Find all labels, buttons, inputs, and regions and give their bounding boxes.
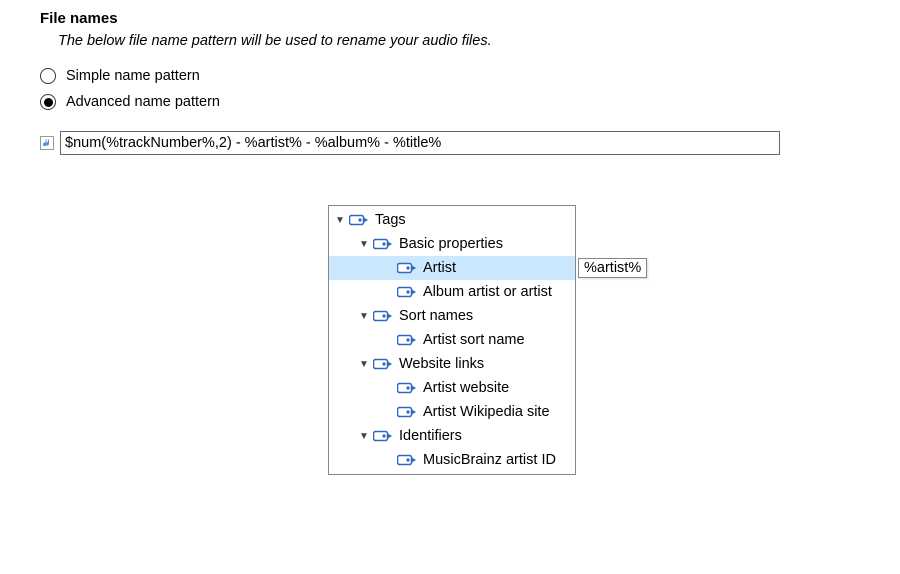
radio-icon-selected bbox=[40, 94, 56, 110]
tree-node-website-links[interactable]: ▼ Website links bbox=[329, 352, 575, 376]
tree-node-tags[interactable]: ▼ Tags bbox=[329, 208, 575, 232]
tree-label: Artist bbox=[423, 260, 456, 276]
chevron-down-icon: ▼ bbox=[357, 431, 371, 442]
tree-leaf-artist[interactable]: Artist bbox=[329, 256, 575, 280]
tree-label: Identifiers bbox=[399, 428, 462, 444]
chevron-down-icon: ▼ bbox=[357, 239, 371, 250]
section-heading: File names bbox=[40, 10, 860, 27]
chevron-down-icon: ▼ bbox=[357, 311, 371, 322]
tree-label: Artist Wikipedia site bbox=[423, 404, 550, 420]
chevron-down-icon: ▼ bbox=[357, 359, 371, 370]
tree-label: Album artist or artist bbox=[423, 284, 552, 300]
tag-icon bbox=[373, 238, 393, 250]
tag-icon bbox=[397, 286, 417, 298]
tag-icon bbox=[397, 406, 417, 418]
chevron-down-icon: ▼ bbox=[333, 215, 347, 226]
tree-label: Artist sort name bbox=[423, 332, 525, 348]
tags-popup: ▼ Tags ▼ Basic properties Artist Album a… bbox=[328, 205, 576, 475]
radio-advanced-pattern[interactable]: Advanced name pattern bbox=[40, 91, 860, 113]
tree-leaf-artist-website[interactable]: Artist website bbox=[329, 376, 575, 400]
radio-icon bbox=[40, 68, 56, 84]
tree-label: MusicBrainz artist ID bbox=[423, 452, 556, 468]
tag-icon bbox=[397, 262, 417, 274]
tree-label: Tags bbox=[375, 212, 406, 228]
radio-label: Advanced name pattern bbox=[66, 91, 220, 113]
audio-file-icon bbox=[40, 136, 54, 150]
tree-label: Basic properties bbox=[399, 236, 503, 252]
tree-leaf-album-artist-or-artist[interactable]: Album artist or artist bbox=[329, 280, 575, 304]
tag-icon bbox=[397, 454, 417, 466]
tree-label: Website links bbox=[399, 356, 484, 372]
tag-icon bbox=[397, 334, 417, 346]
radio-label: Simple name pattern bbox=[66, 65, 200, 87]
tree-label: Artist website bbox=[423, 380, 509, 396]
tree-node-sort-names[interactable]: ▼ Sort names bbox=[329, 304, 575, 328]
radio-simple-pattern[interactable]: Simple name pattern bbox=[40, 65, 860, 87]
tree-leaf-artist-wikipedia[interactable]: Artist Wikipedia site bbox=[329, 400, 575, 424]
tree-leaf-artist-sort-name[interactable]: Artist sort name bbox=[329, 328, 575, 352]
tag-icon bbox=[373, 310, 393, 322]
section-description: The below file name pattern will be used… bbox=[58, 33, 860, 49]
tree-node-identifiers[interactable]: ▼ Identifiers bbox=[329, 424, 575, 448]
pattern-input[interactable] bbox=[60, 131, 780, 155]
tooltip: %artist% bbox=[578, 258, 647, 278]
tag-icon bbox=[373, 430, 393, 442]
tag-icon bbox=[373, 358, 393, 370]
tree-leaf-musicbrainz-artist-id[interactable]: MusicBrainz artist ID bbox=[329, 448, 575, 472]
tree-label: Sort names bbox=[399, 308, 473, 324]
tag-icon bbox=[397, 382, 417, 394]
tree-node-basic-properties[interactable]: ▼ Basic properties bbox=[329, 232, 575, 256]
tag-icon bbox=[349, 214, 369, 226]
